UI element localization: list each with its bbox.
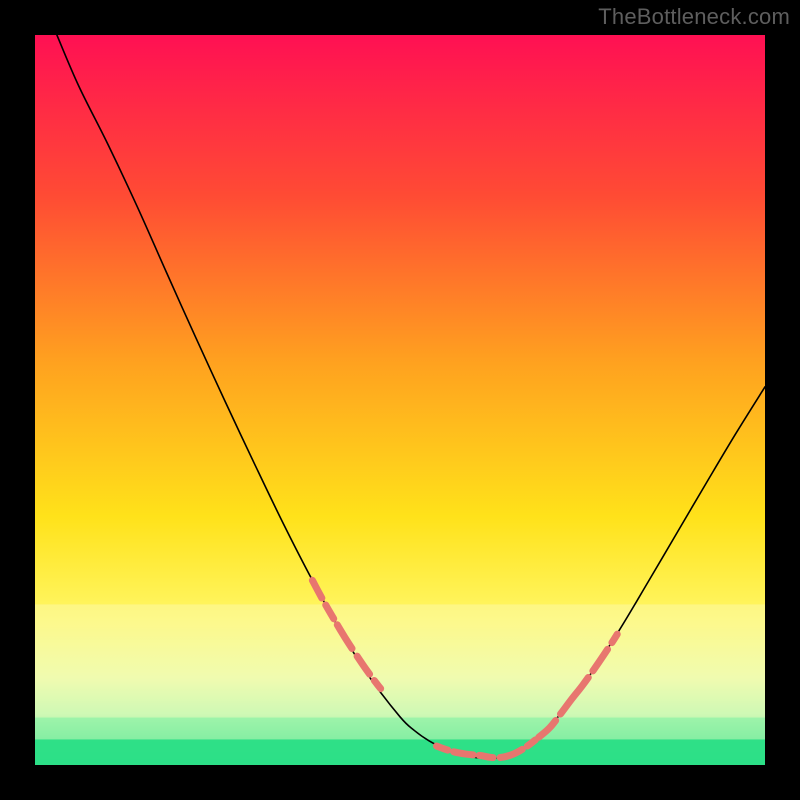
watermark-text: TheBottleneck.com xyxy=(598,4,790,30)
chart-frame: TheBottleneck.com xyxy=(0,0,800,800)
color-bands xyxy=(35,604,765,765)
plot-area xyxy=(35,35,765,765)
plot-svg xyxy=(35,35,765,765)
